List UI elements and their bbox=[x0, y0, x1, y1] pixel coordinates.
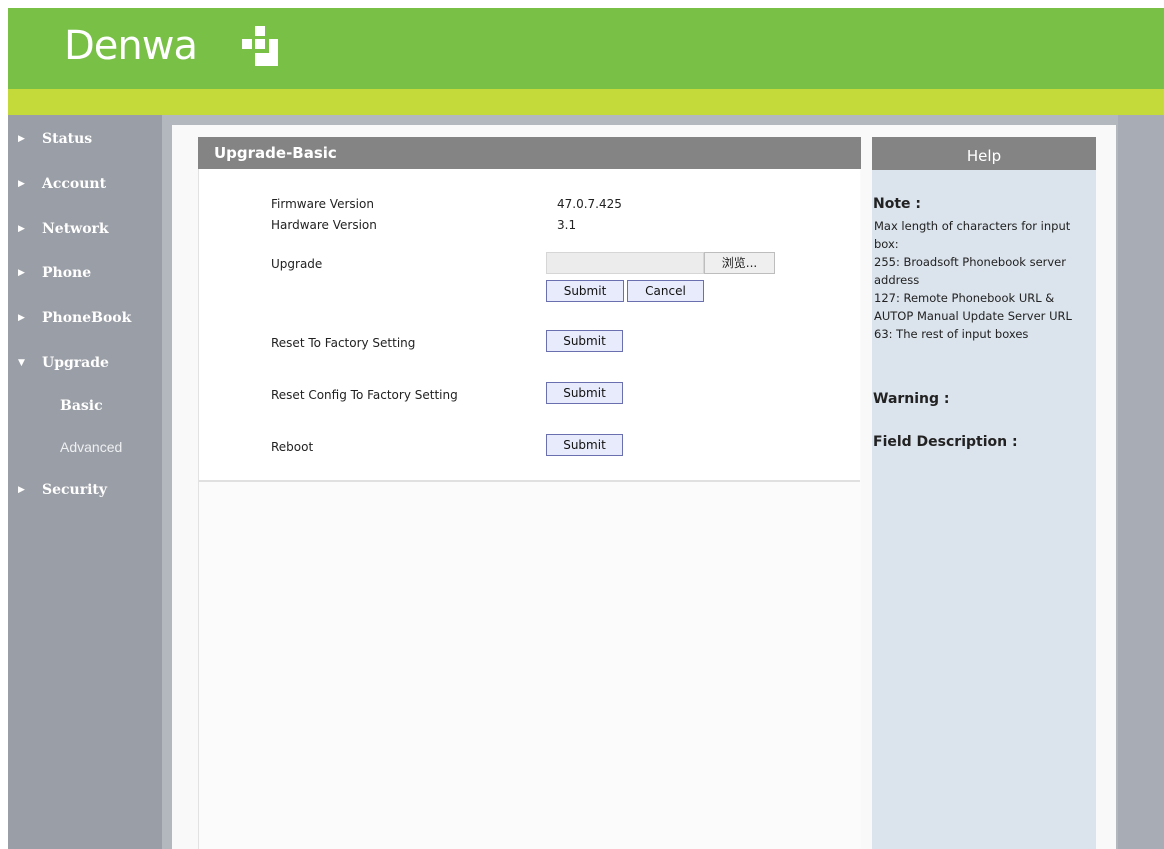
triangle-right-icon: ▶ bbox=[18, 313, 25, 323]
sidebar-item-label: PhoneBook bbox=[42, 310, 132, 326]
triangle-right-icon: ▶ bbox=[18, 179, 25, 189]
sidebar-item-upgrade[interactable]: ▼ Upgrade bbox=[8, 348, 162, 378]
triangle-right-icon: ▶ bbox=[18, 224, 25, 234]
top-header-bar: Denwa bbox=[8, 8, 1164, 89]
hardware-version-label: Hardware Version bbox=[271, 218, 377, 232]
help-warning-heading: Warning : bbox=[873, 391, 950, 407]
triangle-down-icon: ▼ bbox=[18, 358, 25, 368]
triangle-right-icon: ▶ bbox=[18, 134, 25, 144]
sidebar-subitem-basic[interactable]: Basic bbox=[60, 392, 160, 420]
upgrade-label: Upgrade bbox=[271, 257, 323, 271]
upgrade-form bbox=[199, 169, 860, 482]
triangle-right-icon: ▶ bbox=[18, 485, 25, 495]
sidebar-item-account[interactable]: ▶ Account bbox=[8, 169, 162, 199]
triangle-right-icon: ▶ bbox=[18, 268, 25, 278]
header-accent-stripe bbox=[8, 89, 1164, 115]
reboot-label: Reboot bbox=[271, 440, 314, 454]
page-title: Upgrade-Basic bbox=[214, 144, 337, 162]
help-note-line: 127: Remote Phonebook URL & bbox=[874, 291, 1055, 305]
sidebar-item-label: Network bbox=[42, 221, 109, 237]
firmware-version-value: 47.0.7.425 bbox=[557, 197, 622, 211]
sidebar-subitem-advanced[interactable]: Advanced bbox=[60, 433, 160, 461]
right-gutter bbox=[1118, 115, 1164, 849]
sidebar-item-label: Account bbox=[42, 176, 107, 192]
reset-config-submit-button[interactable]: Submit bbox=[546, 382, 623, 404]
help-note-line: address bbox=[874, 273, 920, 287]
sidebar-item-label: Security bbox=[42, 482, 108, 498]
panel-header: Upgrade-Basic bbox=[198, 137, 861, 169]
reset-factory-label: Reset To Factory Setting bbox=[271, 336, 416, 350]
reset-config-label: Reset Config To Factory Setting bbox=[271, 388, 458, 402]
reboot-submit-button[interactable]: Submit bbox=[546, 434, 623, 456]
sidebar-item-phonebook[interactable]: ▶ PhoneBook bbox=[8, 303, 162, 333]
help-note-heading: Note : bbox=[873, 196, 921, 212]
sidebar-item-label: Phone bbox=[42, 265, 92, 281]
sidebar-nav: ▶ Status ▶ Account ▶ Network ▶ Phone ▶ P… bbox=[8, 115, 162, 849]
upgrade-cancel-button[interactable]: Cancel bbox=[627, 280, 704, 302]
sidebar-item-status[interactable]: ▶ Status bbox=[8, 124, 162, 154]
hardware-version-value: 3.1 bbox=[557, 218, 577, 232]
help-note-line: Max length of characters for input bbox=[874, 219, 1071, 233]
brand-logo-text: Denwa bbox=[64, 23, 198, 69]
sidebar-item-label: Status bbox=[42, 131, 93, 147]
help-note-line: AUTOP Manual Update Server URL bbox=[874, 309, 1072, 323]
help-note-line: 255: Broadsoft Phonebook server bbox=[874, 255, 1066, 269]
upgrade-submit-button[interactable]: Submit bbox=[546, 280, 624, 302]
help-title: Help bbox=[872, 137, 1096, 170]
help-note-line: box: bbox=[874, 237, 899, 251]
help-note-line: 63: The rest of input boxes bbox=[874, 327, 1029, 341]
reset-factory-submit-button[interactable]: Submit bbox=[546, 330, 623, 352]
sidebar-item-label: Upgrade bbox=[42, 355, 109, 371]
sidebar-item-security[interactable]: ▶ Security bbox=[8, 475, 162, 505]
sidebar-item-phone[interactable]: ▶ Phone bbox=[8, 258, 162, 288]
firmware-version-label: Firmware Version bbox=[271, 197, 374, 211]
browse-button[interactable]: 浏览... bbox=[704, 252, 775, 274]
firmware-file-input[interactable] bbox=[546, 252, 704, 274]
help-field-heading: Field Description : bbox=[873, 434, 1018, 450]
brand-logo-icon bbox=[242, 26, 282, 66]
sidebar-item-network[interactable]: ▶ Network bbox=[8, 214, 162, 244]
